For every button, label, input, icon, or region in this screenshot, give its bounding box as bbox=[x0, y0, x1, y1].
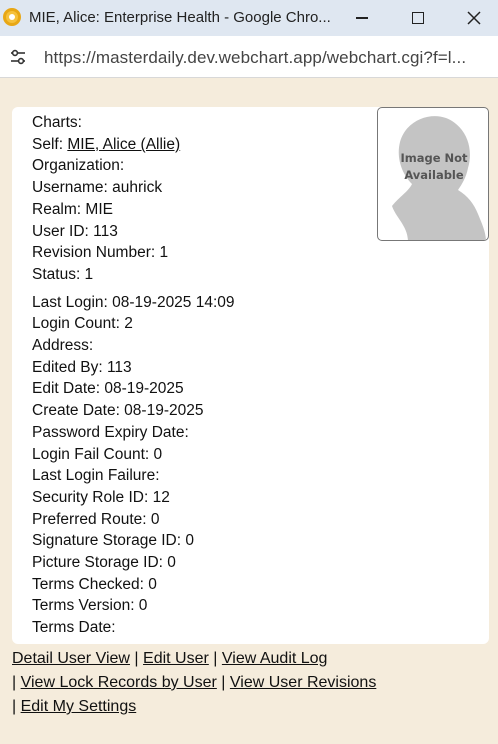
self-chart-link[interactable]: MIE, Alice (Allie) bbox=[67, 136, 180, 153]
field-self-label: Self: bbox=[32, 135, 68, 153]
field-self: Self: MIE, Alice (Allie) bbox=[32, 134, 235, 156]
photo-caption-line1: Image Not bbox=[400, 151, 468, 165]
field-last-login: Last Login: 08-19-2025 14:09 bbox=[32, 293, 235, 311]
maximize-icon bbox=[412, 12, 424, 24]
site-info-button[interactable] bbox=[6, 45, 30, 69]
window-title: MIE, Alice: Enterprise Health - Google C… bbox=[29, 9, 331, 26]
user-profile-card: Charts: Self: MIE, Alice (Allie) Organiz… bbox=[12, 107, 489, 644]
link-separator: | bbox=[12, 698, 17, 715]
field-edited-by: Edited By: 113 bbox=[32, 358, 132, 376]
photo-caption: Image Not Available bbox=[378, 150, 488, 184]
field-terms-version: Terms Version: 0 bbox=[32, 597, 148, 615]
field-security-role-id: Security Role ID: 12 bbox=[32, 488, 170, 506]
minimize-icon bbox=[356, 17, 368, 19]
link-separator: | bbox=[12, 674, 17, 691]
user-photo: Image Not Available bbox=[377, 107, 489, 241]
link-separator: | bbox=[213, 650, 218, 667]
field-terms-date: Terms Date: bbox=[32, 619, 116, 637]
field-username: Username: auhrick bbox=[32, 179, 163, 197]
view-user-revisions-link[interactable]: View User Revisions bbox=[230, 674, 376, 691]
field-revision-number: Revision Number: 1 bbox=[32, 244, 169, 262]
field-picture-storage-id: Picture Storage ID: 0 bbox=[32, 554, 176, 572]
field-charts: Charts: bbox=[32, 114, 82, 131]
chrome-app-icon bbox=[3, 8, 21, 26]
links-row-2: | View Lock Records by User | View User … bbox=[12, 671, 376, 695]
field-status: Status: 1 bbox=[32, 265, 94, 283]
photo-caption-line2: Available bbox=[404, 168, 464, 182]
close-icon bbox=[467, 11, 481, 25]
user-action-links: Detail User View | Edit User | View Audi… bbox=[12, 647, 376, 719]
field-last-login-failure: Last Login Failure: bbox=[32, 467, 160, 485]
field-user-id: User ID: 113 bbox=[32, 222, 118, 240]
tune-icon bbox=[11, 49, 25, 65]
field-login-fail-count: Login Fail Count: 0 bbox=[32, 445, 163, 463]
field-edit-date: Edit Date: 08-19-2025 bbox=[32, 380, 184, 398]
close-button[interactable] bbox=[446, 0, 498, 36]
field-create-date: Create Date: 08-19-2025 bbox=[32, 402, 204, 420]
links-row-3: | Edit My Settings bbox=[12, 695, 376, 719]
field-login-count: Login Count: 2 bbox=[32, 315, 133, 333]
field-address: Address: bbox=[32, 337, 94, 355]
user-fields: Charts: Self: MIE, Alice (Allie) Organiz… bbox=[32, 112, 235, 639]
link-separator: | bbox=[134, 650, 139, 667]
field-preferred-route: Preferred Route: 0 bbox=[32, 510, 160, 528]
address-bar: https://masterdaily.dev.webchart.app/web… bbox=[0, 36, 498, 78]
edit-my-settings-link[interactable]: Edit My Settings bbox=[21, 698, 137, 715]
edit-user-link[interactable]: Edit User bbox=[143, 650, 209, 667]
links-row-1: Detail User View | Edit User | View Audi… bbox=[12, 647, 376, 671]
field-organization: Organization: bbox=[32, 157, 125, 175]
url-field[interactable]: https://masterdaily.dev.webchart.app/web… bbox=[44, 48, 466, 68]
browser-title-bar: MIE, Alice: Enterprise Health - Google C… bbox=[0, 0, 498, 36]
field-realm: Realm: MIE bbox=[32, 200, 113, 218]
view-lock-records-link[interactable]: View Lock Records by User bbox=[21, 674, 217, 691]
field-signature-storage-id: Signature Storage ID: 0 bbox=[32, 532, 194, 550]
detail-user-view-link[interactable]: Detail User View bbox=[12, 650, 130, 667]
link-separator: | bbox=[221, 674, 226, 691]
field-terms-checked: Terms Checked: 0 bbox=[32, 575, 157, 593]
minimize-button[interactable] bbox=[334, 0, 390, 36]
maximize-button[interactable] bbox=[390, 0, 446, 36]
field-password-expiry-date: Password Expiry Date: bbox=[32, 423, 189, 441]
view-audit-log-link[interactable]: View Audit Log bbox=[222, 650, 328, 667]
